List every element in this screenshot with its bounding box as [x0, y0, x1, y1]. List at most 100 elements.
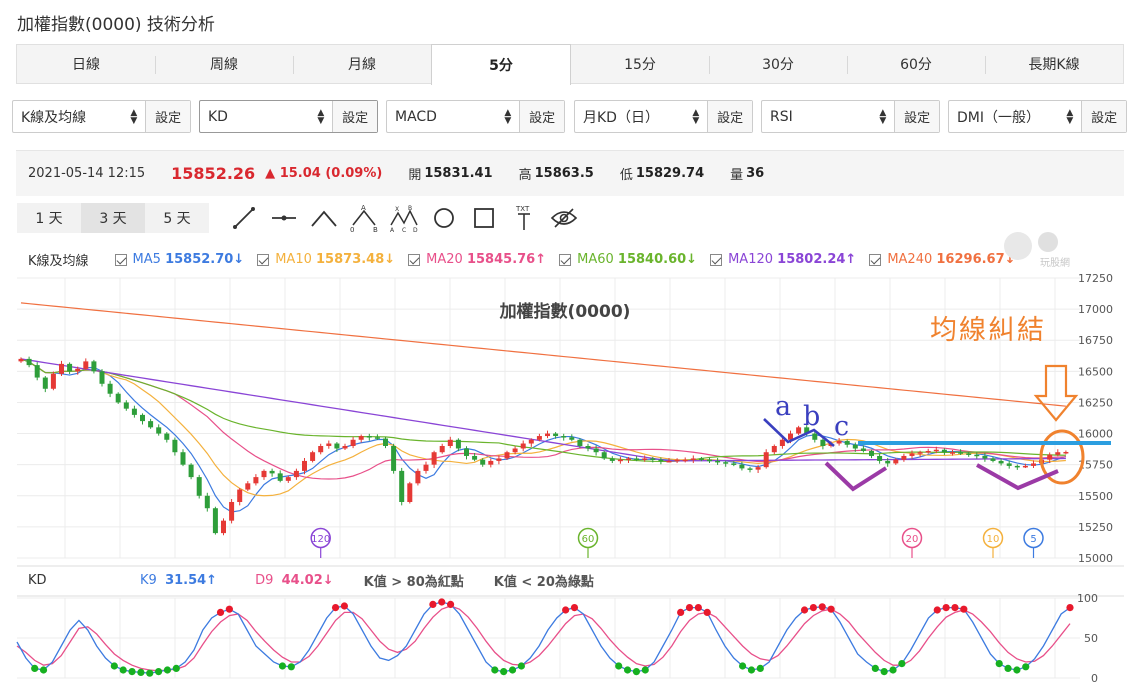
k-overbought-dot: [1066, 604, 1074, 612]
y-tick-label: 16000: [1078, 428, 1113, 441]
k-oversold-dot: [287, 663, 295, 671]
candle-body: [528, 439, 534, 444]
k-oversold-dot: [500, 668, 508, 676]
candle-body: [698, 458, 704, 460]
candle-body: [334, 443, 340, 449]
candle-body: [131, 408, 137, 415]
candle-body: [496, 458, 502, 461]
candle-body: [1055, 452, 1061, 455]
candle-body: [237, 489, 243, 502]
candle-body: [504, 452, 510, 459]
candle-body: [731, 463, 737, 465]
k-overbought-dot: [818, 603, 826, 611]
k-overbought-dot: [677, 608, 685, 617]
k-oversold-dot: [747, 666, 756, 674]
ma20-line: [20, 358, 1066, 480]
candle-body: [115, 393, 121, 403]
candle-body: [488, 460, 494, 465]
y-tick-label: 17000: [1078, 303, 1113, 316]
candle-body: [577, 439, 583, 446]
k-oversold-dot: [154, 668, 163, 676]
watermark-text: 玩股網: [1040, 256, 1070, 269]
chart-canvas[interactable]: 120 60 20 10 5 15000152501550015750160001625…: [0, 0, 1133, 687]
candle-body: [34, 365, 40, 378]
k-oversold-dot: [1022, 663, 1030, 671]
candle-body: [302, 460, 307, 471]
candle-body: [42, 377, 48, 389]
ma-marker-label: 10: [987, 534, 1000, 545]
ma-marker-label: 20: [906, 534, 919, 545]
k-oversold-dot: [1013, 666, 1021, 674]
candle-body: [148, 421, 154, 428]
k-overbought-dot: [960, 605, 968, 613]
kd-y-tick-label: 100: [1077, 592, 1098, 605]
candle-body: [350, 439, 356, 446]
k-overbought-dot: [438, 598, 446, 606]
candle-body: [383, 438, 388, 446]
k-oversold-dot: [278, 662, 287, 670]
candle-body: [779, 439, 785, 446]
candle-body: [439, 446, 445, 453]
candle-body: [650, 458, 656, 460]
y-tick-label: 16250: [1078, 396, 1113, 409]
k-overbought-dot: [446, 600, 455, 609]
candle-body: [860, 448, 866, 451]
candle-body: [188, 464, 194, 478]
candle-body: [536, 436, 542, 440]
candle-body: [447, 439, 453, 446]
candle-body: [358, 436, 364, 440]
k-oversold-dot: [39, 666, 48, 674]
candle-body: [1014, 465, 1020, 468]
k-oversold-dot: [172, 664, 180, 673]
ma10-line: [20, 358, 1066, 497]
candle-body: [399, 470, 405, 502]
ma-markers: 120 60 20 10 5: [310, 527, 1044, 558]
candle-body: [18, 358, 24, 362]
candle-body: [593, 448, 599, 453]
ma5-line: [20, 358, 1067, 513]
y-tick-label: 15000: [1078, 552, 1113, 565]
k-oversold-dot: [641, 666, 649, 674]
candle-body: [212, 508, 218, 534]
k-oversold-dot: [995, 660, 1003, 668]
kd-y-tick-label: 50: [1084, 632, 1098, 645]
y-tick-label: 16750: [1078, 334, 1113, 347]
candle-body: [83, 361, 89, 369]
candle-body: [601, 452, 607, 459]
k-overbought-dot: [933, 606, 941, 614]
y-tick-label: 15250: [1078, 521, 1113, 534]
kd-y-tick-label: 0: [1091, 672, 1098, 685]
k-oversold-dot: [31, 664, 39, 673]
candle-body: [763, 452, 769, 468]
candle-body: [99, 371, 105, 384]
candle-body: [431, 452, 437, 465]
candle-body: [990, 458, 996, 461]
candle-body: [374, 437, 380, 439]
candle-body: [755, 467, 761, 470]
candle-body: [164, 433, 170, 440]
candle-body: [1063, 451, 1069, 454]
k-overbought-dot: [340, 602, 349, 610]
candle-body: [512, 448, 518, 453]
y-tick-label: 17250: [1078, 272, 1113, 285]
candle-body: [75, 368, 81, 372]
k-oversold-dot: [110, 662, 118, 670]
candle-body: [196, 477, 202, 496]
candle-body: [342, 446, 348, 449]
candle-body: [982, 455, 988, 459]
k-oversold-dot: [1004, 664, 1012, 673]
k-oversold-dot: [871, 664, 879, 673]
candle-body: [796, 427, 802, 434]
candle-body: [682, 459, 688, 462]
k-oversold-dot: [756, 664, 764, 673]
y-tick-label: 15500: [1078, 490, 1113, 503]
candle-body: [472, 455, 478, 460]
k-overbought-dot: [703, 608, 711, 617]
candle-body: [520, 443, 526, 449]
annotation-a: a: [775, 391, 791, 422]
k-oversold-dot: [137, 668, 145, 677]
chart-title: 加權指數(0000): [499, 301, 631, 322]
k-overbought-dot: [685, 604, 694, 612]
candle-body: [172, 439, 178, 453]
k-oversold-dot: [163, 666, 172, 674]
